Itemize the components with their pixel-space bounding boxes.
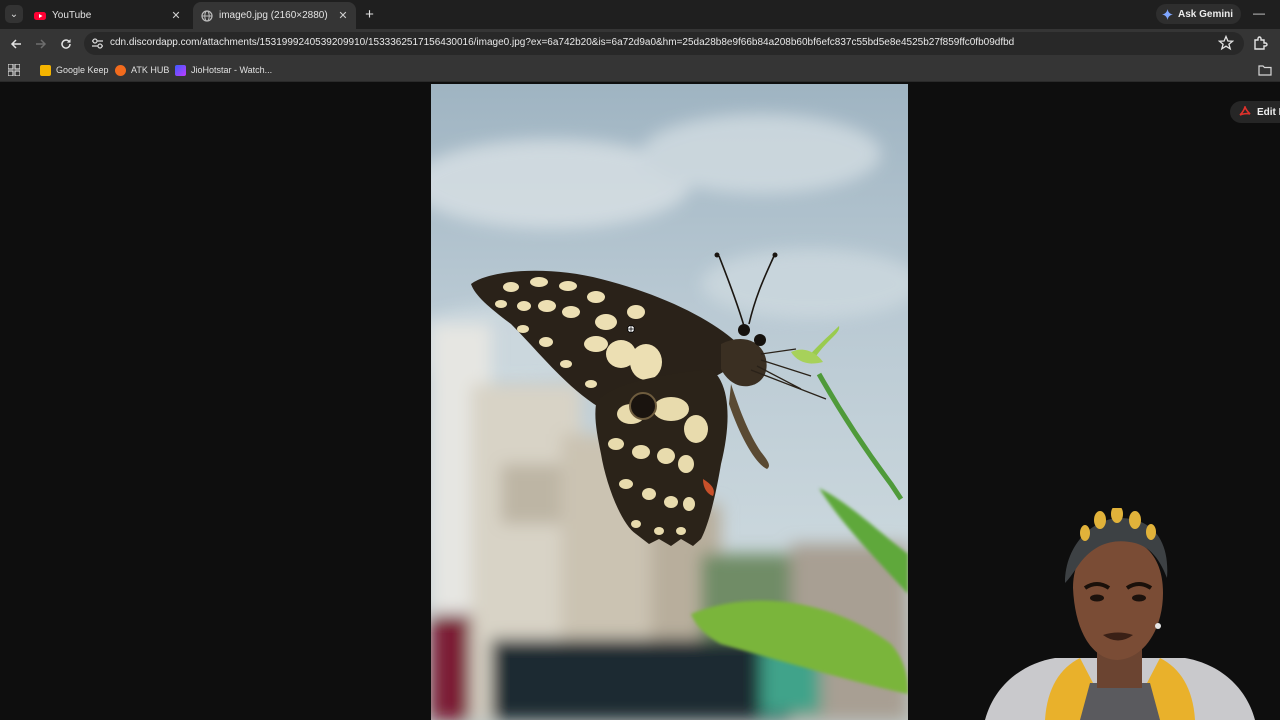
tab-title: YouTube: [52, 10, 92, 21]
tab-youtube[interactable]: YouTube ✕: [26, 2, 189, 29]
back-button[interactable]: [7, 35, 25, 53]
tab-image[interactable]: image0.jpg (2160×2880) ✕: [193, 2, 356, 29]
bookmark-atk-hub[interactable]: ATK HUB: [115, 62, 169, 78]
plus-icon: +: [365, 6, 374, 23]
forward-button[interactable]: [32, 35, 50, 53]
new-tab-button[interactable]: +: [361, 6, 378, 23]
reload-icon: [61, 39, 71, 49]
apps-grid-icon[interactable]: [8, 64, 20, 76]
bookmark-label: JioHotstar - Watch...: [191, 65, 273, 75]
folder-icon[interactable]: [1258, 64, 1272, 76]
bookmark-label: ATK HUB: [131, 65, 170, 75]
ask-gemini-button[interactable]: Ask Gemini: [1156, 4, 1242, 24]
gemini-sparkle-icon: [1162, 8, 1173, 20]
ask-gemini-label: Ask Gemini: [1178, 8, 1234, 20]
tab-title: image0.jpg (2160×2880): [219, 10, 328, 21]
jiohotstar-icon: [175, 64, 186, 76]
browser-toolbar: cdn.discordapp.com/attachments/153199924…: [0, 29, 1280, 58]
bookmark-jiohotstar[interactable]: JioHotstar - Watch...: [175, 62, 272, 78]
reload-button[interactable]: [57, 35, 75, 53]
atk-hub-icon: [115, 64, 126, 76]
tab-strip: ⌄ YouTube ✕ image0.jpg (2160×2880) ✕ + A…: [0, 0, 1280, 29]
extensions-icon[interactable]: [1252, 35, 1269, 52]
butterfly-photo[interactable]: [431, 84, 908, 720]
star-icon[interactable]: [1218, 35, 1234, 51]
minimize-button[interactable]: —: [1250, 6, 1268, 22]
arrow-left-icon: [10, 39, 21, 49]
youtube-icon: [34, 11, 46, 20]
streamer-avatar: [985, 508, 1255, 720]
arrow-right-icon: [36, 39, 47, 49]
minimize-icon: —: [1253, 6, 1265, 20]
close-icon[interactable]: ✕: [168, 8, 184, 24]
chevron-down-icon: ⌄: [9, 8, 19, 20]
url-text[interactable]: cdn.discordapp.com/attachments/153199924…: [110, 37, 1014, 48]
cursor-icon: [627, 325, 635, 333]
bookmarks-bar: Google Keep ATK HUB JioHotstar - Watch..…: [0, 58, 1280, 82]
google-keep-icon: [40, 64, 51, 76]
edit-label: Edit I: [1257, 106, 1280, 118]
tab-search-button[interactable]: ⌄: [5, 5, 23, 23]
globe-icon: [201, 9, 213, 22]
pdf-icon: [1239, 106, 1251, 116]
edit-pdf-button[interactable]: Edit I: [1230, 101, 1280, 123]
site-info-icon[interactable]: [91, 37, 104, 50]
close-icon[interactable]: ✕: [335, 8, 351, 24]
bookmark-label: Google Keep: [56, 65, 109, 75]
page-viewport: Edit I: [0, 83, 1280, 720]
bookmark-google-keep[interactable]: Google Keep: [40, 62, 109, 78]
address-bar[interactable]: cdn.discordapp.com/attachments/153199924…: [84, 32, 1244, 55]
